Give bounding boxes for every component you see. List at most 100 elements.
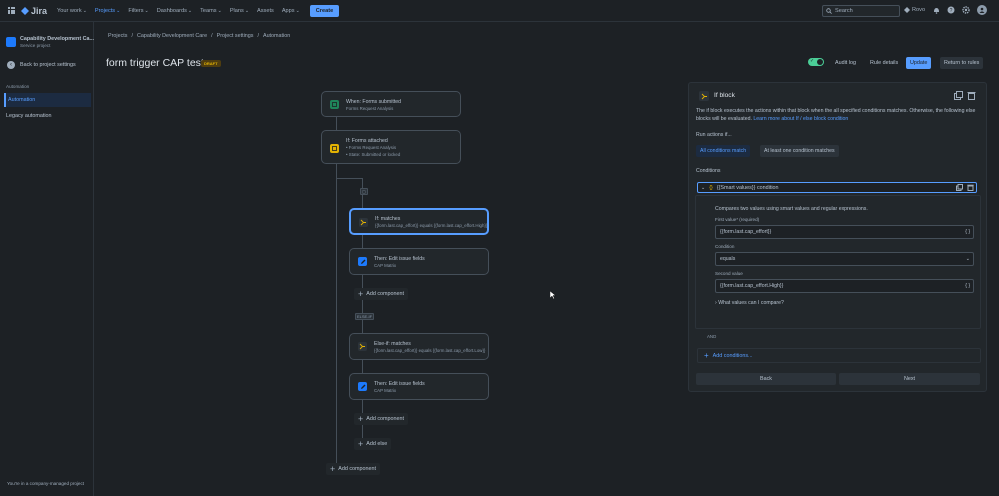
condition-select[interactable]: equals ⌄: [715, 252, 974, 266]
trigger-card[interactable]: When: Forms submitted Forms Request Anal…: [321, 91, 461, 117]
breadcrumb-project-settings[interactable]: Project settings: [217, 33, 254, 39]
condition-item: • Forms Request Analysis: [346, 145, 397, 150]
nav-item-apps[interactable]: Apps⌄: [282, 8, 300, 14]
smart-value-icon[interactable]: { }: [965, 283, 970, 289]
action-subtitle: CAP Matrix: [374, 263, 397, 268]
back-to-project-settings-link[interactable]: ‹ Back to project settings: [7, 61, 76, 69]
nav-item-label: Filters: [128, 7, 144, 14]
nav-item-label: Assets: [257, 7, 274, 14]
copy-icon[interactable]: [954, 91, 963, 100]
flow-connector: [336, 178, 362, 179]
if-matches-card[interactable]: If: matches {{form.last.cap_effort}} equ…: [349, 208, 489, 235]
condition-label: Condition: [715, 244, 735, 249]
rule-title[interactable]: form trigger CAP test: [106, 57, 204, 69]
sidebar-item-automation[interactable]: Automation: [4, 93, 91, 107]
at-least-one-condition-option[interactable]: At least one condition matches: [760, 145, 839, 157]
nav-item-your-work[interactable]: Your work⌄: [57, 8, 87, 14]
search-input[interactable]: Search: [822, 5, 900, 17]
sidebar-footer: You're in a company-managed project: [7, 481, 85, 486]
rovo-button[interactable]: Rovo: [904, 7, 925, 13]
nav-item-label: Apps: [281, 7, 295, 14]
back-button[interactable]: Back: [696, 373, 836, 385]
update-button[interactable]: Update: [906, 57, 932, 69]
nav-item-teams[interactable]: Teams⌄: [200, 8, 222, 14]
help-icon[interactable]: ?: [947, 6, 955, 14]
sidebar: Capability Development Ca... Service pro…: [0, 22, 94, 496]
nav-item-assets[interactable]: Assets: [257, 8, 274, 14]
first-value-input[interactable]: {{form.last.cap_effort}} { }: [715, 225, 974, 239]
add-component-button[interactable]: + Add component: [326, 463, 381, 475]
add-component-label: Add component: [366, 416, 405, 422]
all-conditions-match-option[interactable]: All conditions match: [696, 145, 751, 157]
if-matches-subtitle: {{form.last.cap_effort}} equals {{form.l…: [375, 223, 488, 228]
breadcrumb-projects[interactable]: Projects: [108, 33, 127, 39]
learn-more-link[interactable]: Learn more about If / else block conditi…: [753, 116, 848, 122]
rule-details-button[interactable]: Rule details: [866, 57, 902, 69]
nav-item-filters[interactable]: Filters⌄: [128, 8, 148, 14]
app-switcher-icon[interactable]: [8, 7, 15, 14]
audit-log-button[interactable]: Audit log: [831, 57, 860, 69]
pencil-icon: [358, 257, 367, 266]
create-button[interactable]: Create: [309, 4, 340, 17]
first-value-label: First value* (required): [715, 217, 760, 222]
branch-icon: [699, 91, 709, 101]
else-if-matches-card[interactable]: Else-if: matches {{form.last.cap_effort}…: [349, 333, 489, 360]
mouse-cursor-icon: [550, 291, 556, 299]
draft-badge: DRAFT: [201, 60, 221, 67]
nav-item-label: Projects: [94, 7, 116, 14]
second-value-input[interactable]: {{form.last.cap_effort.High}} { }: [715, 279, 974, 293]
rule-enabled-toggle[interactable]: ✓: [808, 58, 824, 66]
top-icons: Rovo ?: [904, 5, 988, 15]
action-title: Then: Edit issue fields: [374, 381, 425, 387]
check-icon: ✓: [810, 58, 815, 64]
condition-title: {{Smart values}} condition: [716, 184, 779, 191]
condition-item: • State: Submitted or locked: [346, 152, 401, 157]
condition-description: Compares two values using smart values a…: [715, 206, 868, 212]
jira-logo[interactable]: Jira: [21, 6, 47, 16]
breadcrumb-project[interactable]: Capability Development Care: [137, 33, 207, 39]
add-conditions-button[interactable]: + Add conditions...: [697, 348, 981, 363]
chevron-down-icon: ⌄: [144, 7, 149, 14]
smart-value-icon[interactable]: { }: [965, 229, 970, 235]
run-actions-label: Run actions if...: [696, 132, 732, 138]
action-card-edit-issue[interactable]: Then: Edit issue fields CAP Matrix: [349, 373, 489, 400]
trash-icon[interactable]: [967, 91, 976, 100]
add-component-button[interactable]: + Add component: [354, 288, 409, 300]
chevron-down-icon: ⌄: [82, 7, 87, 14]
nav-item-projects[interactable]: Projects⌄: [95, 8, 120, 14]
rovo-icon: [904, 7, 910, 13]
conditions-label: Conditions: [696, 168, 721, 174]
return-to-rules-button[interactable]: Return to rules: [940, 57, 984, 69]
chevron-down-icon: ⌄: [116, 7, 121, 14]
breadcrumb-automation[interactable]: Automation: [263, 33, 290, 39]
condition-card-forms-attached[interactable]: If: Forms attached • Forms Request Analy…: [321, 130, 461, 164]
next-button[interactable]: Next: [839, 373, 980, 385]
smart-values-condition-row[interactable]: ⌄ {} {{Smart values}} condition: [697, 182, 977, 193]
else-if-subtitle: {{form.last.cap_effort}} equals {{form.l…: [374, 348, 486, 353]
branch-marker: ▢: [360, 188, 368, 195]
trash-icon[interactable]: [967, 184, 974, 191]
add-else-label: Add else: [366, 441, 388, 447]
condition-select-value: equals: [720, 256, 736, 262]
add-component-label: Add component: [366, 291, 405, 297]
nav-item-dashboards[interactable]: Dashboards⌄: [157, 8, 192, 14]
search-icon: [826, 8, 832, 14]
chevron-down-icon[interactable]: ⌄: [701, 185, 705, 191]
avatar[interactable]: [977, 5, 988, 15]
add-component-button[interactable]: + Add component: [354, 413, 409, 425]
chevron-down-icon: ⌄: [295, 7, 300, 14]
nav-item-label: Your work: [57, 7, 82, 14]
panel-title: If block: [714, 92, 735, 99]
add-else-button[interactable]: + Add else: [354, 438, 392, 450]
sidebar-item-legacy-automation[interactable]: Legacy automation: [4, 109, 91, 123]
forms-condition-icon: [330, 144, 339, 153]
project-header[interactable]: Capability Development Ca... Service pro…: [6, 36, 94, 48]
else-if-tag: ELSE-IF: [355, 313, 375, 320]
action-card-edit-issue[interactable]: Then: Edit issue fields CAP Matrix: [349, 248, 489, 275]
plus-icon: +: [358, 439, 364, 449]
nav-item-plans[interactable]: Plans⌄: [230, 8, 249, 14]
settings-icon[interactable]: [962, 6, 970, 14]
what-values-expander[interactable]: › What values can I compare?: [715, 300, 784, 306]
copy-icon[interactable]: [956, 184, 963, 191]
bell-icon[interactable]: [932, 6, 940, 14]
